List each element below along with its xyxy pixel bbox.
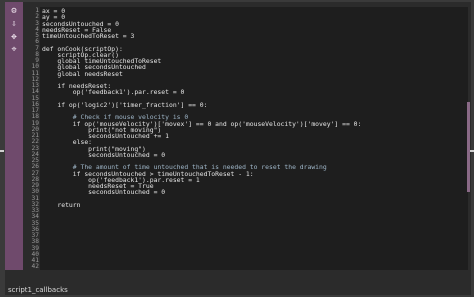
editor-toolbar: ⚙ ⇩ ✥ ⌖ [5,2,23,270]
code-line[interactable]: global needsReset [42,70,122,78]
vertical-scrollbar[interactable] [467,102,470,192]
arrow-down-icon[interactable]: ⇩ [8,19,20,30]
code-line[interactable]: op('feedback1').par.reset = 0 [42,88,185,96]
gear-icon[interactable]: ⚙ [8,6,20,17]
script-name-label: script1_callbacks [8,286,68,294]
code-line[interactable]: if op('logic2')['timer_fraction'] == 0: [42,101,207,109]
line-number: 42 [31,263,39,271]
code-line[interactable]: return [42,201,80,209]
code-line[interactable]: secondsUntouched = 0 [42,151,165,159]
move-icon[interactable]: ✥ [8,32,20,43]
code-area[interactable]: ax = 0 ay = 0 secondsUntouched = 0 needsRes… [40,7,468,270]
script-editor-window: ⚙ ⇩ ✥ ⌖ 1 2 3 4 5 6 7 8 9 10 11 12 13 14 15 16 17 18 19 20 2… [5,2,471,295]
split-icon[interactable]: ⌖ [8,45,20,56]
left-resize-handle[interactable] [0,150,4,152]
right-resize-handle[interactable] [470,150,474,152]
code-line[interactable]: timeUntouchedToReset = 3 [42,32,134,40]
status-bar: script1_callbacks [5,272,471,295]
code-line[interactable]: secondsUntouched = 0 [42,188,165,196]
